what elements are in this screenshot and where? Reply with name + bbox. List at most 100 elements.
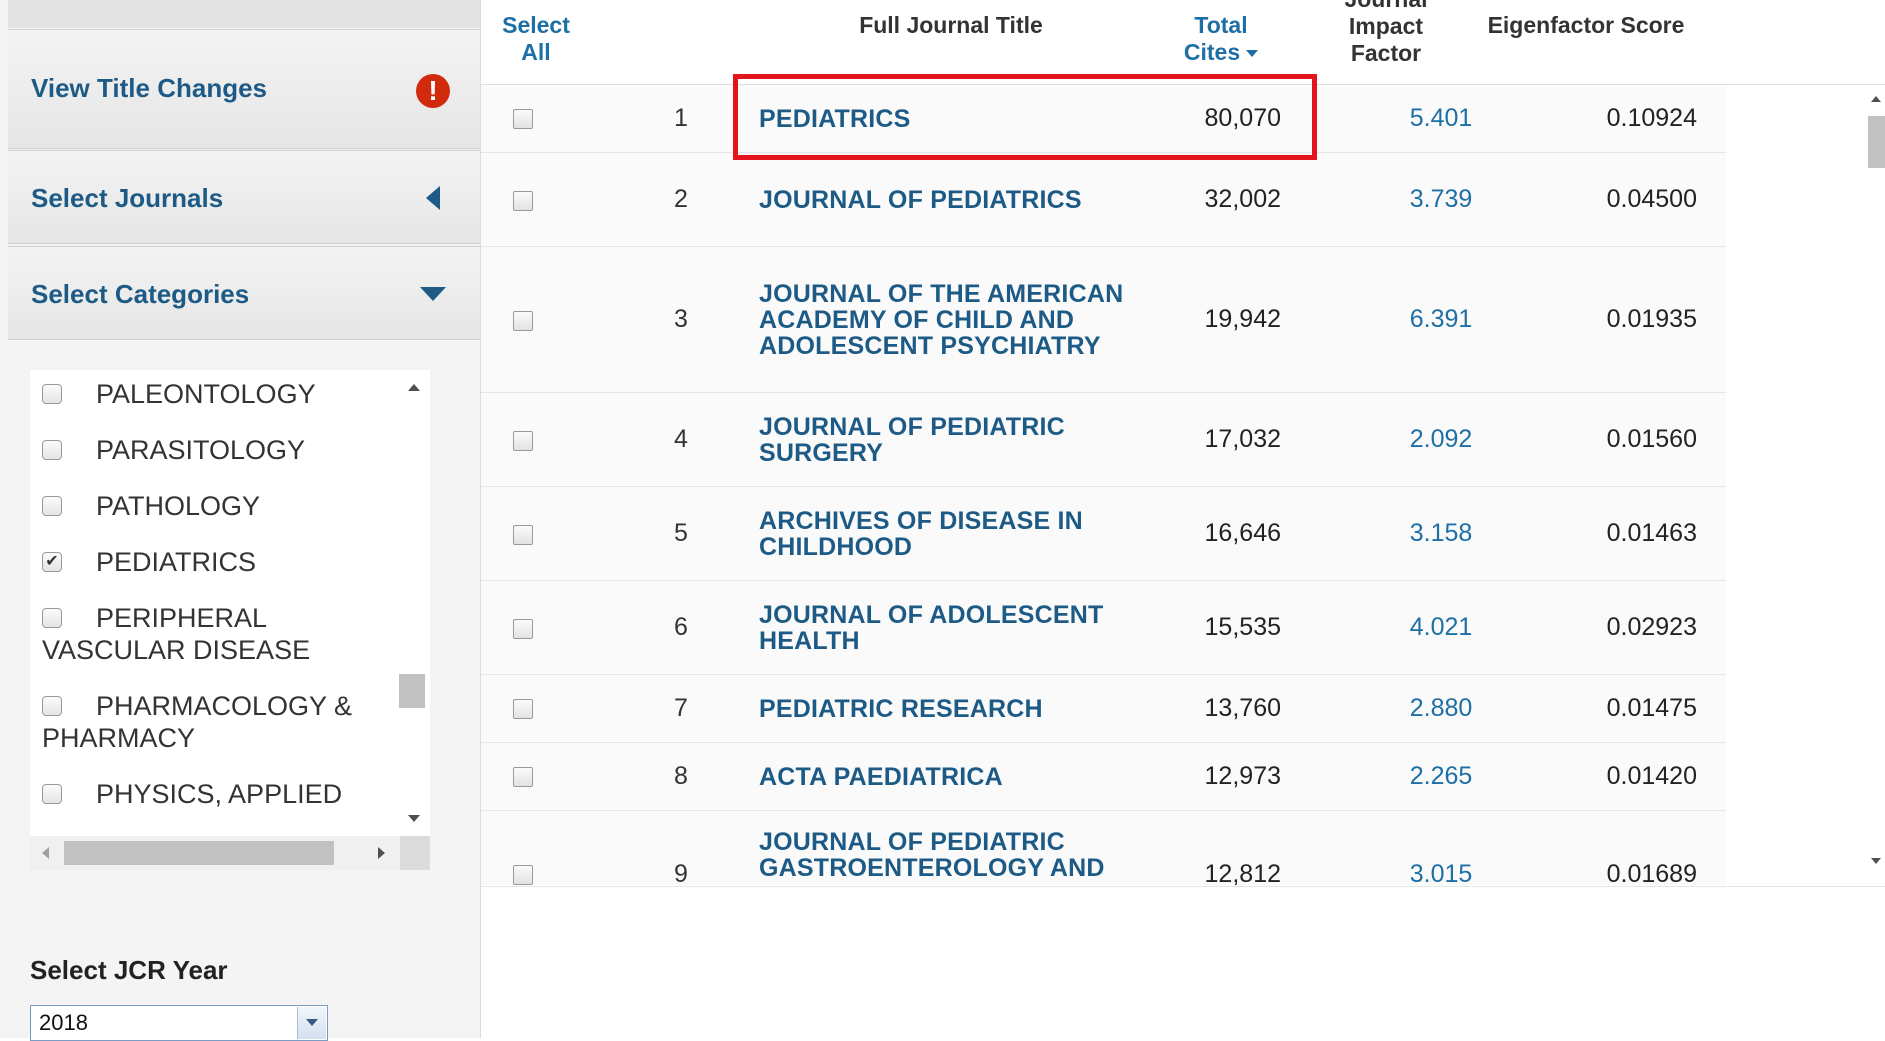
category-checkbox[interactable] bbox=[42, 384, 62, 404]
category-item[interactable]: ✔ PEDIATRICS bbox=[30, 546, 396, 578]
impact-factor-link[interactable]: 2.092 bbox=[1381, 393, 1501, 486]
impact-factor-link[interactable]: 3.158 bbox=[1381, 487, 1501, 580]
rank-cell: 3 bbox=[674, 305, 688, 333]
category-label: PALEONTOLOGY bbox=[96, 379, 316, 409]
category-vertical-scrollbar[interactable] bbox=[396, 370, 430, 836]
view-title-changes-button[interactable]: View Title Changes ! bbox=[8, 29, 480, 149]
rank-cell: 6 bbox=[674, 613, 688, 641]
rank-cell: 2 bbox=[674, 185, 688, 213]
category-item[interactable]: PHYSICS, APPLIED bbox=[30, 778, 396, 810]
category-horizontal-scrollbar[interactable] bbox=[30, 836, 430, 870]
scroll-up-icon[interactable] bbox=[1871, 96, 1881, 102]
eigenfactor-cell: 0.04500 bbox=[1606, 185, 1697, 213]
jcr-year-select[interactable]: 2018 bbox=[30, 1005, 328, 1041]
eigenfactor-cell: 0.01463 bbox=[1606, 519, 1697, 547]
triangle-down-icon bbox=[420, 287, 446, 301]
category-checkbox[interactable] bbox=[42, 696, 62, 716]
row-checkbox[interactable] bbox=[513, 109, 533, 129]
table-row: 3 JOURNAL OF THE AMERICAN ACADEMY OF CHI… bbox=[481, 247, 1726, 393]
category-item[interactable]: PATHOLOGY bbox=[30, 490, 396, 522]
total-cites-cell: 12,973 bbox=[1204, 762, 1281, 790]
category-item[interactable]: PARASITOLOGY bbox=[30, 434, 396, 466]
scroll-down-icon[interactable] bbox=[1871, 858, 1881, 864]
impact-factor-link[interactable]: 5.401 bbox=[1381, 85, 1501, 152]
impact-factor-link[interactable]: 2.265 bbox=[1381, 743, 1501, 810]
select-journals-button[interactable]: Select Journals bbox=[8, 150, 480, 244]
row-checkbox[interactable] bbox=[513, 865, 533, 885]
rank-cell: 8 bbox=[674, 762, 688, 790]
select-all-line1: Select bbox=[502, 12, 570, 38]
row-checkbox[interactable] bbox=[513, 699, 533, 719]
category-checkbox[interactable] bbox=[42, 608, 62, 628]
view-title-changes-label: View Title Changes bbox=[31, 73, 268, 103]
select-jcr-year-label: Select JCR Year bbox=[30, 955, 228, 985]
journal-table: Select All Full Journal Title Total Cite… bbox=[481, 0, 1885, 1038]
rank-cell: 1 bbox=[674, 104, 688, 132]
scroll-up-icon[interactable] bbox=[408, 384, 420, 391]
impact-factor-link[interactable]: 6.391 bbox=[1381, 247, 1501, 392]
scroll-down-icon[interactable] bbox=[408, 815, 420, 822]
select-categories-label: Select Categories bbox=[31, 279, 250, 309]
scroll-left-icon[interactable] bbox=[42, 847, 49, 859]
row-checkbox[interactable] bbox=[513, 619, 533, 639]
total-cites-cell: 80,070 bbox=[1204, 104, 1281, 132]
row-checkbox[interactable] bbox=[513, 311, 533, 331]
journal-impact-factor-header[interactable]: Journal Impact Factor bbox=[1331, 0, 1441, 67]
row-checkbox[interactable] bbox=[513, 767, 533, 787]
category-checkbox[interactable]: ✔ bbox=[42, 552, 62, 572]
total-cites-cell: 13,760 bbox=[1204, 694, 1281, 722]
row-checkbox[interactable] bbox=[513, 525, 533, 545]
category-checkbox[interactable] bbox=[42, 440, 62, 460]
impact-factor-link[interactable]: 4.021 bbox=[1381, 581, 1501, 674]
select-categories-button[interactable]: Select Categories bbox=[8, 246, 480, 340]
total-cites-cell: 17,032 bbox=[1204, 425, 1281, 453]
category-item[interactable]: PERIPHERAL VASCULAR DISEASE bbox=[30, 602, 396, 666]
category-item[interactable]: PHARMACOLOGY & PHARMACY bbox=[30, 690, 396, 754]
total-cites-cell: 12,812 bbox=[1204, 859, 1281, 886]
scroll-thumb[interactable] bbox=[399, 674, 425, 708]
total-cites-header[interactable]: Total Cites bbox=[1171, 12, 1271, 66]
category-list[interactable]: PALEONTOLOGY PARASITOLOGY PATHOLOGY ✔ PE… bbox=[30, 370, 396, 836]
total-cites-cell: 16,646 bbox=[1204, 519, 1281, 547]
eigenfactor-cell: 0.10924 bbox=[1606, 104, 1697, 132]
total-cites-cell: 19,942 bbox=[1204, 305, 1281, 333]
total-cites-line2: Cites bbox=[1183, 39, 1241, 65]
select-all-header[interactable]: Select All bbox=[501, 12, 571, 66]
eigenfactor-cell: 0.02923 bbox=[1606, 613, 1697, 641]
category-item[interactable]: PALEONTOLOGY bbox=[30, 378, 396, 410]
table-vertical-scrollbar[interactable] bbox=[1868, 86, 1885, 886]
row-checkbox[interactable] bbox=[513, 431, 533, 451]
sort-descending-icon bbox=[1246, 50, 1259, 58]
full-journal-title-header[interactable]: Full Journal Title bbox=[811, 12, 1091, 39]
category-label: PATHOLOGY bbox=[96, 491, 261, 521]
category-checkbox[interactable] bbox=[42, 496, 62, 516]
dropdown-button[interactable] bbox=[297, 1007, 326, 1039]
scrollbar-corner bbox=[400, 836, 430, 870]
sidebar: View Title Changes ! Select Journals Sel… bbox=[0, 0, 481, 1041]
eigenfactor-cell: 0.01935 bbox=[1606, 305, 1697, 333]
impact-factor-link[interactable]: 3.015 bbox=[1381, 811, 1501, 886]
scroll-right-icon[interactable] bbox=[378, 847, 385, 859]
row-checkbox[interactable] bbox=[513, 191, 533, 211]
eigenfactor-cell: 0.01689 bbox=[1606, 859, 1697, 886]
impact-factor-link[interactable]: 3.739 bbox=[1381, 153, 1501, 246]
category-label: PERIPHERAL VASCULAR DISEASE bbox=[42, 603, 311, 665]
category-label: PHYSICS, APPLIED bbox=[96, 779, 343, 809]
rank-cell: 5 bbox=[674, 519, 688, 547]
table-row: 2 JOURNAL OF PEDIATRICS 32,002 3.739 0.0… bbox=[481, 153, 1726, 247]
sidebar-top-strip bbox=[8, 0, 480, 28]
jif-line2: Impact bbox=[1348, 13, 1424, 39]
category-label: PEDIATRICS bbox=[96, 547, 257, 577]
impact-factor-link[interactable]: 2.880 bbox=[1381, 675, 1501, 742]
table-bottom-border bbox=[481, 886, 1885, 887]
select-all-line2: All bbox=[521, 39, 551, 65]
category-checkbox[interactable] bbox=[42, 784, 62, 804]
total-cites-cell: 32,002 bbox=[1204, 185, 1281, 213]
scroll-thumb[interactable] bbox=[1868, 116, 1885, 168]
table-row: 1 PEDIATRICS 80,070 5.401 0.10924 bbox=[481, 85, 1726, 153]
eigenfactor-score-header[interactable]: Eigenfactor Score bbox=[1476, 12, 1696, 39]
scroll-thumb[interactable] bbox=[64, 841, 334, 865]
total-cites-line1: Total bbox=[1194, 12, 1248, 38]
eigenfactor-cell: 0.01475 bbox=[1606, 694, 1697, 722]
rank-cell: 7 bbox=[674, 694, 688, 722]
